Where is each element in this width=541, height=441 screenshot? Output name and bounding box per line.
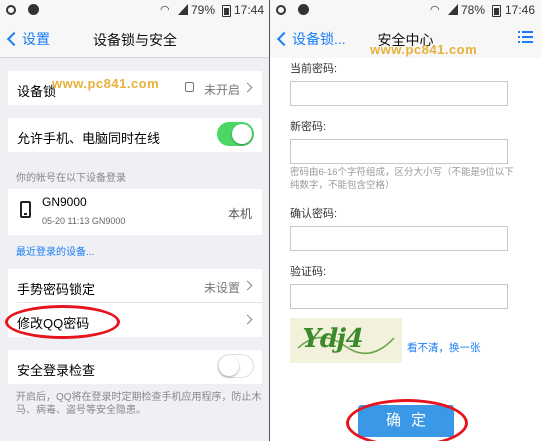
captcha-label: 验证码: xyxy=(290,266,327,278)
captcha-text: Ydj4 xyxy=(298,324,366,354)
secure-login-check-row: 安全登录检查 xyxy=(8,350,262,384)
allow-online-label: 允许手机、电脑同时在线 xyxy=(17,131,161,146)
status-bar: ◠ 79% 17:44 xyxy=(0,0,270,20)
captcha-input[interactable] xyxy=(290,284,508,309)
chevron-right-icon xyxy=(242,280,253,291)
device-row[interactable]: GN9000 05-20 11:13 GN9000 本机 xyxy=(8,189,262,235)
device-name: GN9000 xyxy=(42,195,87,209)
signal-icon xyxy=(178,4,188,15)
refresh-captcha-link[interactable]: 看不清，换一张 xyxy=(407,340,481,355)
device-type: 本机 xyxy=(227,207,252,221)
list-icon[interactable] xyxy=(518,31,533,43)
battery-icon xyxy=(492,5,501,17)
recent-devices-link[interactable]: 最近登录的设备... xyxy=(16,243,94,258)
battery-percent: 78% xyxy=(461,3,486,17)
notification-icon xyxy=(6,5,16,15)
password-hint: 密码由6-16个字符组成，区分大小写（不能是9位以下纯数字，不能包含空格） xyxy=(290,167,514,191)
status-bar: ◠ 78% 17:46 xyxy=(270,0,541,20)
toggle-knob xyxy=(219,356,239,376)
signal-icon xyxy=(448,4,458,15)
secure-login-label: 安全登录检查 xyxy=(17,363,96,378)
record-icon xyxy=(28,4,39,15)
gesture-lock-label: 手势密码锁定 xyxy=(17,282,96,297)
watermark: www.pc841.com xyxy=(370,42,478,57)
current-password-input[interactable] xyxy=(290,81,508,106)
watermark: www.pc841.com xyxy=(52,76,160,91)
clock: 17:44 xyxy=(234,3,265,17)
secure-login-description: 开启后，QQ将在登录时定期检查手机应用程序，防止木马、病毒、盗号等安全隐患。 xyxy=(16,392,262,416)
device-lock-value: 未开启 xyxy=(203,83,240,97)
notification-icon xyxy=(276,5,286,15)
device-lock-label: 设备锁 xyxy=(17,84,57,99)
chevron-right-icon xyxy=(242,82,253,93)
confirm-password-label: 确认密码: xyxy=(290,208,338,220)
wifi-icon: ◠ xyxy=(430,4,440,16)
battery-percent: 79% xyxy=(191,3,216,17)
highlight-ring xyxy=(346,399,468,441)
secure-login-toggle[interactable] xyxy=(217,354,254,378)
allow-simultaneous-online-row: 允许手机、电脑同时在线 xyxy=(8,118,262,152)
confirm-password-input[interactable] xyxy=(290,226,508,251)
toggle-knob xyxy=(232,124,252,144)
page-title: 设备锁与安全 xyxy=(93,32,177,48)
device-lock-security-screen: ◠ 79% 17:44 设置 设备锁与安全 设备锁 未开启 www.pc841.… xyxy=(0,0,270,441)
gesture-lock-value: 未设置 xyxy=(203,281,240,295)
clock: 17:46 xyxy=(505,3,536,17)
device-login-detail: 05-20 11:13 GN9000 xyxy=(42,216,126,226)
wifi-icon: ◠ xyxy=(160,4,170,16)
lock-icon xyxy=(185,82,194,92)
current-password-label: 当前密码: xyxy=(290,63,338,75)
allow-online-toggle[interactable] xyxy=(217,122,254,146)
record-icon xyxy=(298,4,309,15)
new-password-input[interactable] xyxy=(290,139,508,164)
gesture-lock-row[interactable]: 手势密码锁定 未设置 xyxy=(8,269,262,303)
phone-icon xyxy=(20,201,31,218)
captcha-image[interactable]: Ydj4 xyxy=(290,318,402,363)
chevron-right-icon xyxy=(242,314,253,325)
battery-icon xyxy=(222,5,231,17)
devices-caption: 你的帐号在以下设备登录 xyxy=(16,173,126,184)
security-center-screen: ◠ 78% 17:46 设备锁... 安全中心 www.pc841.com 当前… xyxy=(270,0,541,441)
nav-bar: 设置 设备锁与安全 xyxy=(0,20,270,58)
new-password-label: 新密码: xyxy=(290,121,327,133)
highlight-ring xyxy=(5,305,120,339)
